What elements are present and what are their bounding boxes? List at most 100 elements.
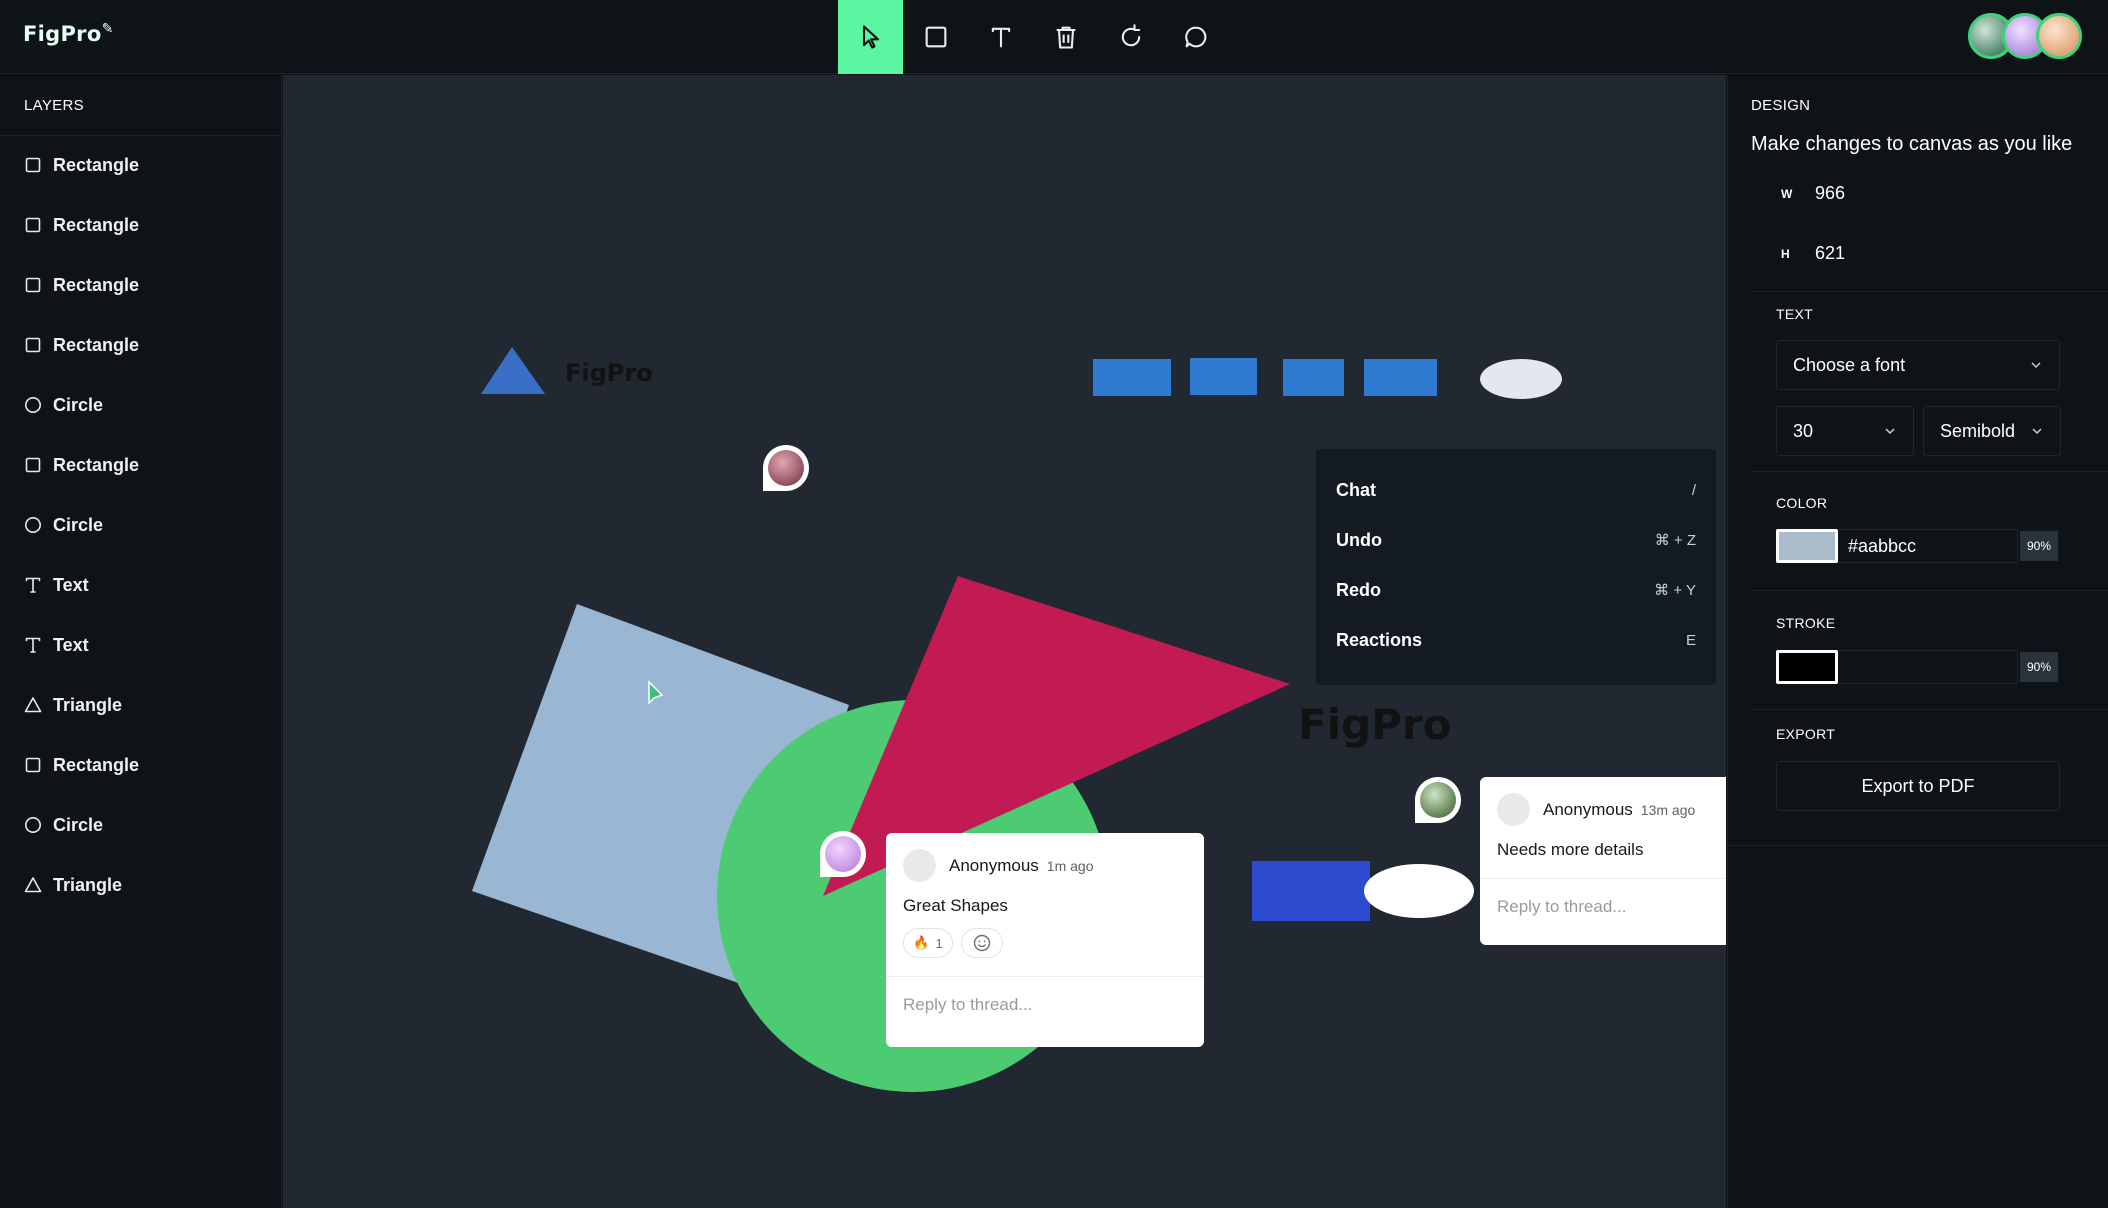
menu-item-redo[interactable]: Redo ⌘ + Y <box>1316 565 1716 615</box>
app-logo[interactable]: FigPro✎ <box>23 21 114 46</box>
avatar[interactable] <box>2036 13 2082 59</box>
square-icon <box>24 216 42 234</box>
logo-text: FigPro <box>23 22 102 46</box>
reset-tool-button[interactable] <box>1098 0 1163 74</box>
comment-body: Needs more details <box>1497 840 1644 859</box>
text-t-icon <box>24 576 42 594</box>
layer-item[interactable]: Circle <box>0 795 282 855</box>
reply-input[interactable]: Reply to thread... <box>886 977 1204 1033</box>
triangle-icon <box>24 696 42 714</box>
layer-item[interactable]: Circle <box>0 495 282 555</box>
layer-label: Circle <box>53 514 104 535</box>
cursor-arrow-icon <box>862 25 879 49</box>
stroke-opacity[interactable]: 90% <box>2020 652 2058 682</box>
circle-icon <box>24 396 42 414</box>
small-triangle-shape[interactable] <box>481 347 545 394</box>
fill-color-row: #aabbcc 90% <box>1776 529 2058 563</box>
font-family-value: Choose a font <box>1793 354 1906 375</box>
layer-label: Circle <box>53 814 104 835</box>
layer-item[interactable]: Circle <box>0 375 282 435</box>
reaction-chip[interactable]: 🔥 1 <box>903 928 953 958</box>
app-root: FigPro✎ LAYERS Rectangle Rectangle Recta… <box>0 0 2108 1208</box>
blue-rectangle-shape[interactable] <box>1364 359 1437 396</box>
layer-label: Text <box>53 574 89 595</box>
design-title: DESIGN <box>1751 97 1811 114</box>
fill-color-input[interactable]: #aabbcc <box>1838 529 2018 563</box>
comment-thread: Anonymous 13m ago Needs more details Rep… <box>1480 777 1726 945</box>
comment-author: Anonymous <box>1543 799 1633 819</box>
height-field[interactable]: H 621 <box>1781 243 1845 264</box>
avatar <box>1497 793 1530 826</box>
design-subtitle: Make changes to canvas as you like <box>1751 133 2073 155</box>
menu-item-reactions[interactable]: Reactions E <box>1316 615 1716 665</box>
menu-item-chat[interactable]: Chat / <box>1316 465 1716 515</box>
layer-label: Rectangle <box>53 154 140 175</box>
layer-item[interactable]: Rectangle <box>0 195 282 255</box>
canvas-text[interactable]: FigPro <box>565 359 653 387</box>
font-size-select[interactable]: 30 <box>1776 406 1914 456</box>
comment-header: Anonymous 1m ago <box>886 833 1204 882</box>
text-tool-button[interactable] <box>968 0 1033 74</box>
rotate-icon <box>1121 24 1140 47</box>
blue-rectangle-shape[interactable] <box>1283 359 1344 396</box>
comment-pin[interactable] <box>820 831 866 877</box>
chat-bubble-icon <box>1184 26 1206 48</box>
comment-pin[interactable] <box>763 445 809 491</box>
layer-item[interactable]: Rectangle <box>0 315 282 375</box>
design-canvas[interactable]: FigPro FigPro Anonymous 1m ago Great Sha… <box>283 75 1726 1208</box>
avatar <box>768 450 804 486</box>
ellipse-shape[interactable] <box>1364 864 1474 918</box>
menu-item-shortcut: E <box>1685 631 1696 649</box>
width-value[interactable]: 966 <box>1815 183 1845 204</box>
fill-color-swatch[interactable] <box>1776 529 1838 563</box>
layer-label: Triangle <box>53 694 123 715</box>
divider <box>1751 709 2108 710</box>
delete-tool-button[interactable] <box>1033 0 1098 74</box>
blue-rectangle-shape[interactable] <box>1093 359 1171 396</box>
layer-item[interactable]: Rectangle <box>0 435 282 495</box>
comments-tool-button[interactable] <box>1163 0 1228 74</box>
font-weight-select[interactable]: Semibold <box>1923 406 2061 456</box>
select-tool-button[interactable] <box>838 0 903 74</box>
comment-time: 1m ago <box>1046 857 1094 874</box>
divider <box>1728 845 2108 846</box>
smiley-plus-icon <box>973 934 991 952</box>
chevron-down-icon <box>2031 362 2041 369</box>
menu-item-shortcut: ⌘ + Z <box>1654 532 1696 549</box>
reply-input[interactable]: Reply to thread... <box>1480 879 1726 935</box>
layer-item[interactable]: Text <box>0 555 282 615</box>
canvas-text[interactable]: FigPro <box>1298 700 1452 749</box>
layer-item[interactable]: Rectangle <box>0 735 282 795</box>
add-reaction-button[interactable] <box>961 928 1003 958</box>
text-section-title: TEXT <box>1776 306 1813 322</box>
fill-opacity[interactable]: 90% <box>2020 531 2058 561</box>
menu-item-undo[interactable]: Undo ⌘ + Z <box>1316 515 1716 565</box>
width-field[interactable]: W 966 <box>1781 183 1845 204</box>
stroke-color-swatch[interactable] <box>1776 650 1838 684</box>
blue-rectangle-shape[interactable] <box>1190 358 1257 395</box>
layer-item[interactable]: Triangle <box>0 675 282 735</box>
font-family-select[interactable]: Choose a font <box>1776 340 2060 390</box>
rectangle-tool-button[interactable] <box>903 0 968 74</box>
comment-pin[interactable] <box>1415 777 1461 823</box>
square-icon <box>925 26 946 48</box>
layer-label: Circle <box>53 394 104 415</box>
layer-item[interactable]: Rectangle <box>0 255 282 315</box>
square-icon <box>24 156 42 174</box>
export-pdf-button[interactable]: Export to PDF <box>1776 761 2060 811</box>
layer-item[interactable]: Rectangle <box>0 135 282 195</box>
chevron-down-icon <box>1885 428 1895 435</box>
layer-item[interactable]: Text <box>0 615 282 675</box>
height-value[interactable]: 621 <box>1815 243 1845 264</box>
stroke-color-input[interactable] <box>1838 650 2018 684</box>
fire-emoji-icon: 🔥 <box>913 935 930 950</box>
layer-item[interactable]: Triangle <box>0 855 282 915</box>
reaction-count: 1 <box>935 935 943 951</box>
circle-icon <box>24 516 42 534</box>
layer-label: Rectangle <box>53 334 140 355</box>
dark-blue-rectangle-shape[interactable] <box>1252 861 1370 921</box>
layer-label: Rectangle <box>53 274 140 295</box>
comment-body: Great Shapes <box>903 896 1008 915</box>
ellipse-shape[interactable] <box>1480 359 1562 399</box>
export-section-title: EXPORT <box>1776 726 1836 742</box>
